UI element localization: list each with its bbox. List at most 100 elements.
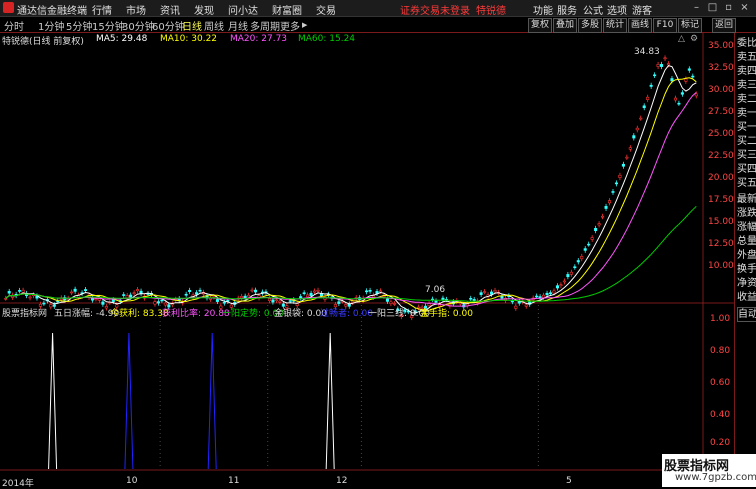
candle-body <box>535 295 539 298</box>
tab-more[interactable]: 更多 <box>280 18 300 33</box>
candle-body <box>21 289 25 293</box>
candle-body <box>49 304 53 308</box>
tab-1min[interactable]: 1分钟 <box>38 18 64 33</box>
user-label[interactable]: 游客 <box>632 2 652 17</box>
candle-body <box>250 289 254 292</box>
menu-caifuquan[interactable]: 财富圈 <box>272 2 302 17</box>
candle-body <box>392 303 396 305</box>
panel-buy1[interactable]: 买一 <box>737 121 756 134</box>
panel-net-asset[interactable]: 净资 <box>737 277 756 290</box>
app-name: 通达信金融终端 <box>17 6 87 17</box>
menu-wenxiaoda[interactable]: 问小达 <box>228 2 258 17</box>
panel-buy5[interactable]: 买五 <box>737 177 756 190</box>
candle-body <box>434 300 438 303</box>
candle-body <box>156 301 160 304</box>
candle-body <box>184 293 188 296</box>
panel-sell2[interactable]: 卖二 <box>737 93 756 106</box>
price-tick-25: 25.00 <box>708 129 734 139</box>
minimize-icon[interactable]: – <box>690 1 703 14</box>
menu-xuanxiang[interactable]: 选项 <box>607 2 627 17</box>
panel-turnover[interactable]: 换手 <box>737 263 756 276</box>
more-chevron-icon[interactable]: ▶ <box>302 21 307 29</box>
panel-sell4[interactable]: 卖四 <box>737 65 756 78</box>
tab-5min[interactable]: 5分钟 <box>66 18 92 33</box>
f10-button[interactable]: F10 <box>653 18 677 33</box>
maximize-icon[interactable]: □ <box>706 1 719 14</box>
candle-body <box>621 163 625 167</box>
candle-body <box>153 301 157 305</box>
tab-weekly[interactable]: 周线 <box>204 18 224 33</box>
login-notice[interactable]: 证券交易未登录 <box>400 2 470 17</box>
candle-body <box>597 223 601 226</box>
panel-latest[interactable]: 最新 <box>737 193 756 206</box>
menu-faxian[interactable]: 发现 <box>194 2 214 17</box>
date-10: 10 <box>126 476 138 486</box>
candle-body <box>271 299 275 303</box>
draw-line-button[interactable]: 画线 <box>628 18 652 33</box>
panel-change[interactable]: 涨跌 <box>737 207 756 220</box>
candle-body <box>625 156 629 159</box>
jinyin-dai-label: 金银袋: 0.00 <box>274 309 327 319</box>
candle-body <box>649 84 653 87</box>
candle-body <box>378 290 383 293</box>
menu-jiaoyi[interactable]: 交易 <box>316 2 336 17</box>
candle-body <box>607 200 612 204</box>
menu-gongneng[interactable]: 功能 <box>533 2 553 17</box>
panel-buy3[interactable]: 买三 <box>737 149 756 162</box>
panel-sell3[interactable]: 卖三 <box>737 79 756 92</box>
candle-body <box>132 292 136 295</box>
menu-fuwu[interactable]: 服务 <box>557 2 577 17</box>
panel-weibi[interactable]: 委比 <box>737 37 756 50</box>
close-icon[interactable]: × <box>738 1 751 14</box>
panel-sell5[interactable]: 卖五 <box>737 51 756 64</box>
fuquan-button[interactable]: 复权 <box>528 18 552 33</box>
candle-body <box>663 57 667 60</box>
ma-lines-group <box>5 65 697 314</box>
panel-earnings[interactable]: 收益 <box>737 291 756 304</box>
tab-15min[interactable]: 15分钟 <box>92 18 125 33</box>
tab-daily[interactable]: 日线 <box>182 18 202 33</box>
back-button[interactable]: 返回 <box>712 18 736 33</box>
panel-volume[interactable]: 总量 <box>737 235 756 248</box>
menu-gongshi[interactable]: 公式 <box>583 2 603 17</box>
candle-body <box>125 295 129 299</box>
candle-body <box>302 292 306 295</box>
mark-button[interactable]: 标记 <box>678 18 702 33</box>
candle-body <box>479 292 483 295</box>
candle-body <box>97 298 101 301</box>
panel-sell1[interactable]: 卖一 <box>737 107 756 120</box>
axis-ticks-group <box>159 305 539 469</box>
candle-body <box>552 290 556 294</box>
overlay-button[interactable]: 叠加 <box>553 18 577 33</box>
candle-body <box>500 295 504 299</box>
stock-name-title: 特锐德 <box>476 6 506 17</box>
tab-30min[interactable]: 30分钟 <box>122 18 155 33</box>
sub-tick-0-8: 0.80 <box>710 346 731 356</box>
app-logo-icon <box>3 2 14 13</box>
panel-change-pct[interactable]: 涨幅 <box>737 221 756 234</box>
auto-button[interactable]: 自动 <box>737 307 756 322</box>
tab-monthly[interactable]: 月线 <box>228 18 248 33</box>
tab-multi-period[interactable]: 多周期 <box>250 18 280 33</box>
candle-body <box>274 299 278 302</box>
panel-outer[interactable]: 外盘 <box>737 249 756 262</box>
candle-body <box>542 294 546 298</box>
candle-body <box>670 78 674 82</box>
price-tick-30: 30.00 <box>708 85 734 95</box>
multi-stock-button[interactable]: 多股 <box>578 18 602 33</box>
candle-body <box>642 105 646 109</box>
stats-button[interactable]: 统计 <box>603 18 627 33</box>
candle-body <box>594 227 598 232</box>
menu-hangqing[interactable]: 行情 <box>92 2 112 17</box>
tab-fenshi[interactable]: 分时 <box>4 18 24 33</box>
tab-60min[interactable]: 60分钟 <box>152 18 185 33</box>
sub-tick-0-6: 0.60 <box>710 378 731 388</box>
chart-canvas <box>0 33 734 479</box>
menu-zixun[interactable]: 资讯 <box>160 2 180 17</box>
candle-body <box>101 301 105 305</box>
menu-shichang[interactable]: 市场 <box>126 2 146 17</box>
panel-buy4[interactable]: 买四 <box>737 163 756 176</box>
candle-body <box>198 289 202 292</box>
panel-buy2[interactable]: 买二 <box>737 135 756 148</box>
restore-icon[interactable]: ▫ <box>722 1 735 14</box>
